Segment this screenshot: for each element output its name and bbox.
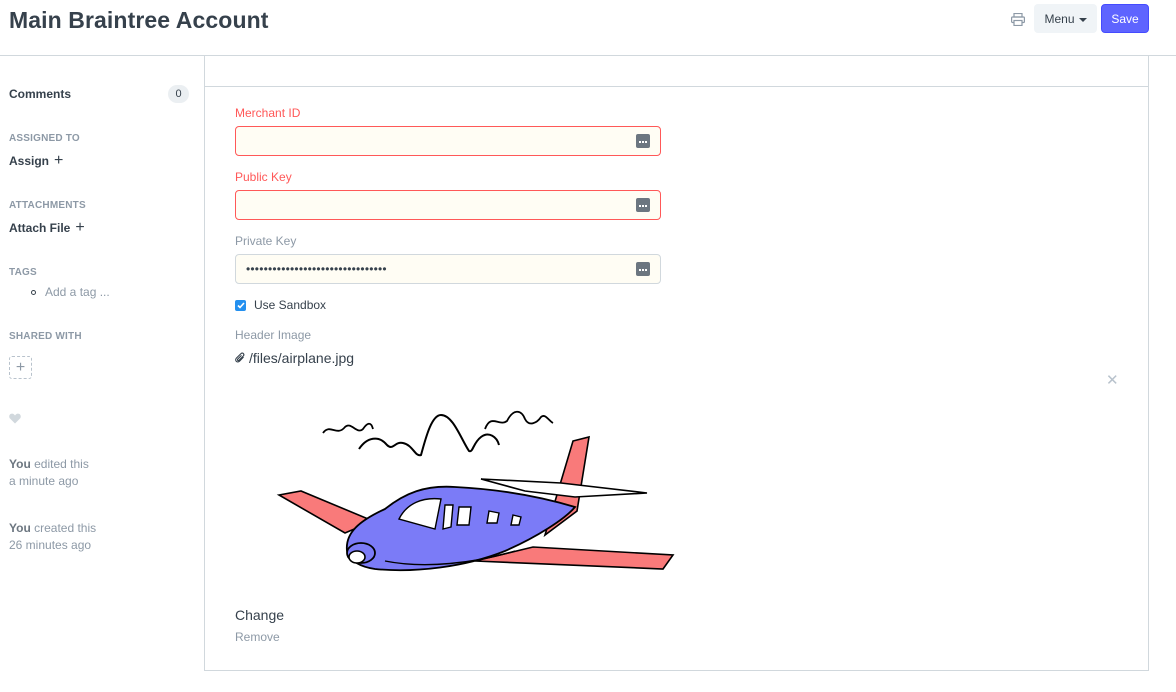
activity-user: You [9,521,31,535]
menu-button-label: Menu [1044,11,1075,26]
add-share-button[interactable]: + [9,356,32,379]
remove-image-link[interactable]: Remove [235,630,280,644]
shared-with-heading: SHARED WITH [9,331,82,342]
page-header: Main Braintree Account Menu Save [0,0,1176,56]
activity-time: 26 minutes ago [9,538,92,552]
menu-button[interactable]: Menu [1034,4,1097,33]
plus-icon: + [75,219,85,236]
paperclip-icon [235,352,245,363]
add-tag-input[interactable]: Add a tag ... [31,285,110,299]
assign-label: Assign [9,154,50,168]
activity-action: created this [30,521,97,535]
comments-link[interactable]: Comments [9,87,71,101]
merchant-id-field[interactable] [235,126,661,156]
header-image-file-link[interactable]: /files/airplane.jpg [235,350,354,366]
page-title: Main Braintree Account [9,7,269,33]
use-sandbox-checkbox[interactable]: Use Sandbox [235,298,326,312]
activity-user: You [9,457,31,471]
header-image-path: /files/airplane.jpg [249,350,355,366]
attach-file-label: Attach File [9,221,71,235]
password-dots-icon[interactable] [636,198,650,212]
attach-file-button[interactable]: Attach File + [9,219,85,236]
close-icon[interactable]: ✕ [1106,371,1119,389]
save-button[interactable]: Save [1101,4,1149,33]
merchant-id-label: Merchant ID [235,106,301,120]
section-divider [205,86,1148,87]
private-key-value: •••••••••••••••••••••••••••••••• [246,262,387,276]
use-sandbox-label: Use Sandbox [254,298,327,312]
attachments-heading: ATTACHMENTS [9,200,86,211]
private-key-label: Private Key [235,234,297,248]
activity-time: a minute ago [9,474,79,488]
airplane-image [276,410,675,572]
public-key-label: Public Key [235,170,292,184]
form-sidebar: Comments 0 ASSIGNED TO Assign + ATTACHME… [0,57,200,692]
password-dots-icon[interactable] [636,134,650,148]
password-dots-icon[interactable] [636,262,650,276]
bullet-icon [31,289,36,295]
comment-count-badge: 0 [168,85,189,103]
header-image-label: Header Image [235,328,312,342]
private-key-field[interactable]: •••••••••••••••••••••••••••••••• [235,254,661,284]
activity-item: You created this 26 minutes ago [9,520,96,554]
change-image-link[interactable]: Change [235,607,284,623]
public-key-field[interactable] [235,190,661,220]
activity-item: You edited this a minute ago [9,456,89,490]
heart-icon[interactable] [9,411,21,427]
checkbox-checked-icon[interactable] [235,299,246,311]
activity-action: edited this [30,457,89,471]
form-body: Merchant ID Public Key Private Key •••••… [204,56,1149,671]
plus-icon: + [54,152,64,169]
caret-down-icon [1078,17,1087,22]
print-icon[interactable] [1008,9,1028,29]
assign-button[interactable]: Assign + [9,152,64,169]
tags-heading: TAGS [9,267,37,278]
assigned-to-heading: ASSIGNED TO [9,133,80,144]
add-tag-placeholder: Add a tag ... [45,285,110,299]
